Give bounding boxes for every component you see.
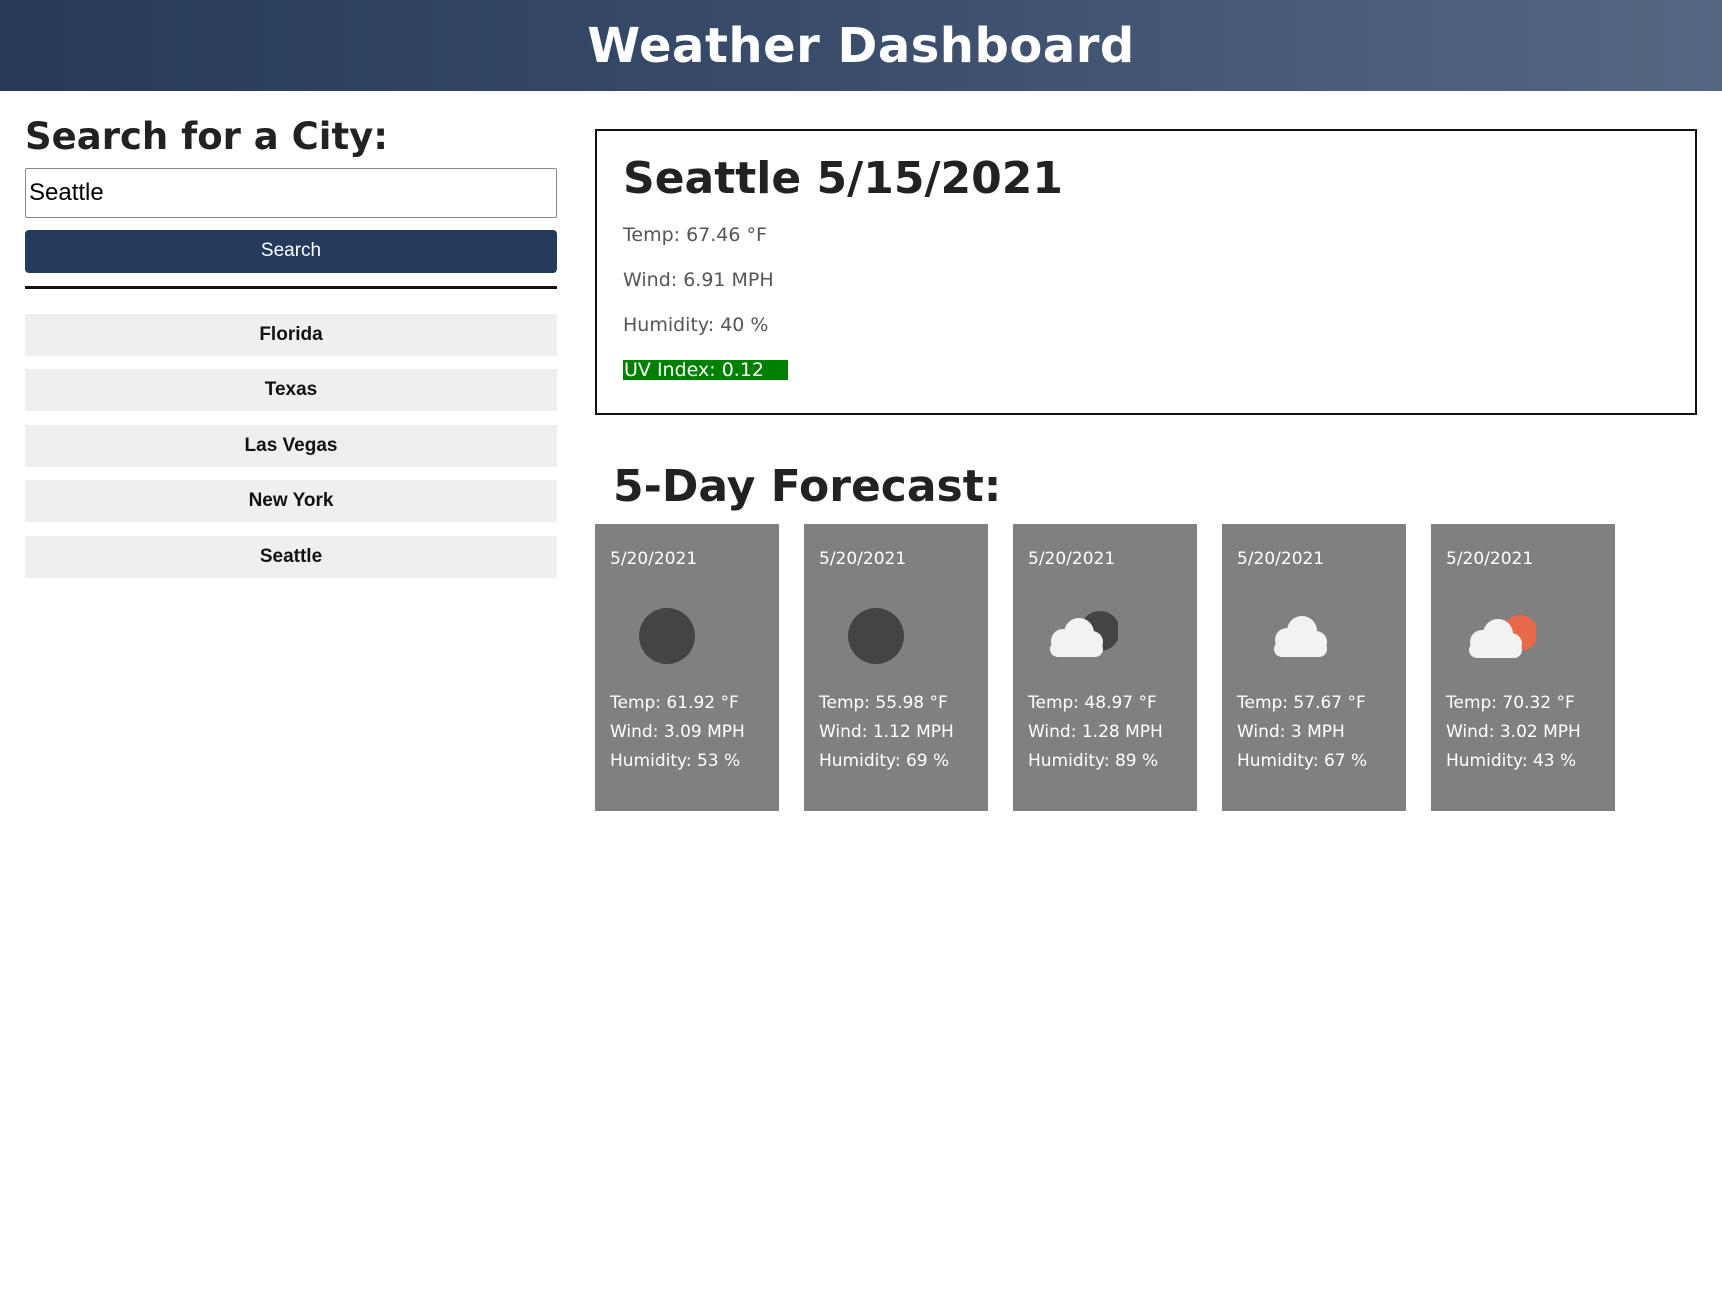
cloud-moon-icon	[1028, 597, 1120, 667]
forecast-humidity: Humidity: 89 %	[1028, 751, 1159, 771]
current-city-title: Seattle 5/15/2021	[623, 153, 1063, 204]
moon-icon	[610, 597, 700, 667]
forecast-temp: Temp: 55.98 °F	[819, 693, 948, 713]
forecast-card: 5/20/2021 Temp: 57.67 °F Wind: 3 MPH Hum…	[1222, 524, 1406, 811]
city-search-input[interactable]	[25, 167, 557, 218]
current-humidity: Humidity: 40 %	[623, 313, 769, 336]
forecast-card: 5/20/2021 Temp: 55.98 °F Wind: 1.12 MPH …	[804, 524, 988, 811]
forecast-temp: Temp: 70.32 °F	[1446, 693, 1575, 713]
forecast-card: 5/20/2021 Temp: 70.32 °F Wind: 3.02 MPH …	[1431, 524, 1615, 811]
forecast-humidity: Humidity: 67 %	[1237, 751, 1368, 771]
forecast-wind: Wind: 1.28 MPH	[1028, 722, 1163, 742]
moon-icon	[819, 597, 909, 667]
forecast-date: 5/20/2021	[610, 549, 698, 569]
forecast-cards: 5/20/2021 Temp: 61.92 °F Wind: 3.09 MPH …	[595, 524, 1640, 811]
forecast-date: 5/20/2021	[819, 549, 907, 569]
page-title: Weather Dashboard	[587, 17, 1135, 74]
forecast-temp: Temp: 61.92 °F	[610, 693, 739, 713]
search-heading: Search for a City:	[25, 115, 389, 158]
forecast-temp: Temp: 48.97 °F	[1028, 693, 1157, 713]
forecast-temp: Temp: 57.67 °F	[1237, 693, 1366, 713]
forecast-date: 5/20/2021	[1237, 549, 1325, 569]
history-button-las-vegas[interactable]: Las Vegas	[25, 424, 557, 467]
forecast-wind: Wind: 3 MPH	[1237, 722, 1345, 742]
current-temp: Temp: 67.46 °F	[623, 223, 767, 246]
forecast-card: 5/20/2021 Temp: 61.92 °F Wind: 3.09 MPH …	[595, 524, 779, 811]
history-button-florida[interactable]: Florida	[25, 313, 557, 356]
sidebar-divider	[25, 285, 557, 289]
cloud-icon	[1237, 597, 1327, 667]
forecast-wind: Wind: 3.09 MPH	[610, 722, 745, 742]
forecast-humidity: Humidity: 53 %	[610, 751, 741, 771]
current-wind: Wind: 6.91 MPH	[623, 268, 774, 291]
uv-index-row: UV Index: 0.12	[623, 359, 1695, 382]
search-sidebar: Search for a City: Search Florida Texas …	[25, 115, 557, 591]
current-weather-panel: Seattle 5/15/2021 Temp: 67.46 °F Wind: 6…	[595, 129, 1697, 415]
forecast-wind: Wind: 3.02 MPH	[1446, 722, 1581, 742]
cloud-sun-icon	[1446, 597, 1538, 667]
uv-index-badge: UV Index: 0.12	[623, 359, 788, 380]
history-button-seattle[interactable]: Seattle	[25, 535, 557, 578]
search-history-list: Florida Texas Las Vegas New York Seattle	[25, 313, 557, 578]
forecast-date: 5/20/2021	[1446, 549, 1534, 569]
forecast-humidity: Humidity: 69 %	[819, 751, 950, 771]
forecast-date: 5/20/2021	[1028, 549, 1116, 569]
forecast-card: 5/20/2021 Temp: 48.97 °F Wind: 1.28 MPH …	[1013, 524, 1197, 811]
forecast-wind: Wind: 1.12 MPH	[819, 722, 954, 742]
search-button[interactable]: Search	[25, 229, 557, 273]
history-button-texas[interactable]: Texas	[25, 369, 557, 412]
forecast-humidity: Humidity: 43 %	[1446, 751, 1577, 771]
forecast-heading: 5-Day Forecast:	[613, 461, 1002, 512]
history-button-new-york[interactable]: New York	[25, 480, 557, 523]
page-header: Weather Dashboard	[0, 0, 1722, 91]
